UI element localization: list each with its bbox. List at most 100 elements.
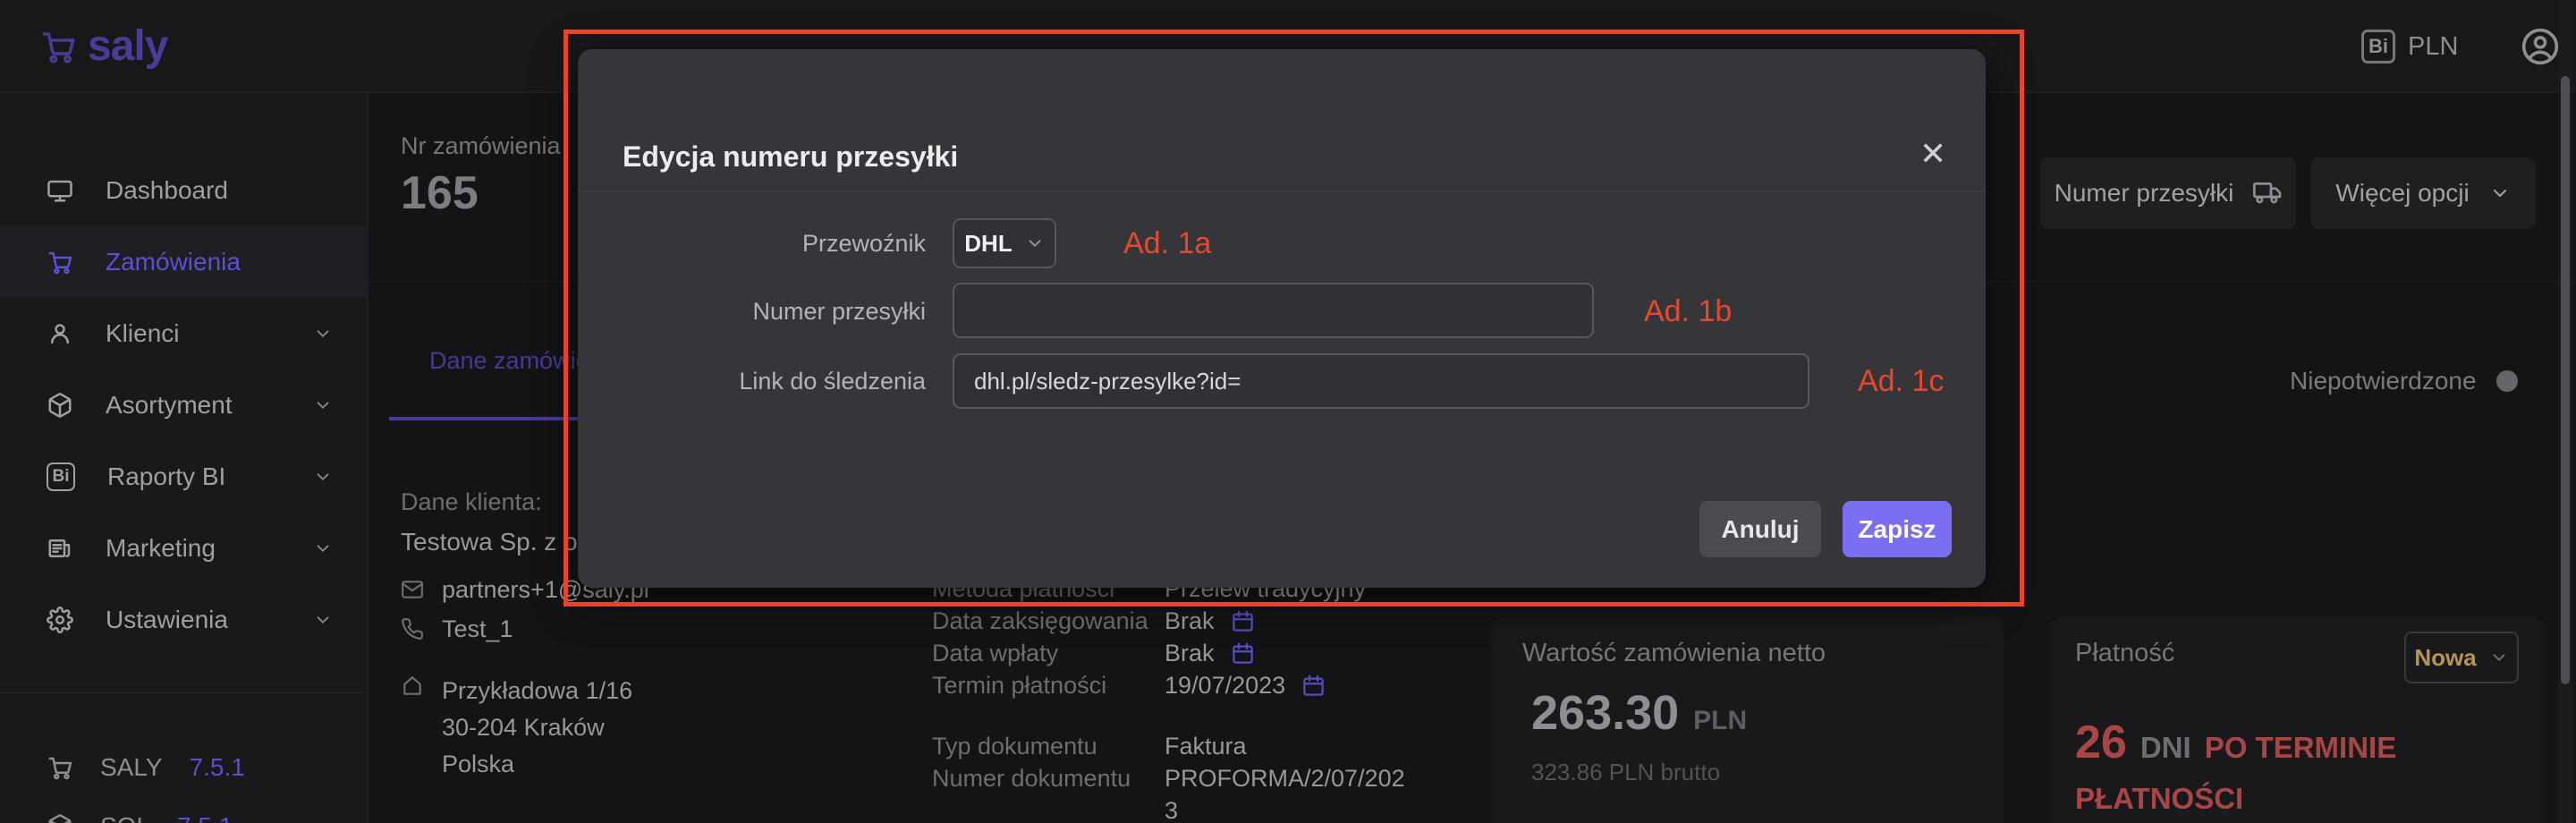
saly-app: saly Bi PLN Dashboard Zamówienia Klienci bbox=[0, 0, 2576, 823]
user-icon bbox=[47, 320, 73, 347]
close-icon[interactable]: ✕ bbox=[1919, 135, 1946, 173]
detail-row: Termin płatności 19/07/2023 bbox=[932, 669, 1451, 701]
chevron-down-icon bbox=[313, 539, 333, 558]
detail-row: Data wpłaty Brak bbox=[932, 637, 1451, 669]
sidebar-item-asortyment[interactable]: Asortyment bbox=[0, 369, 369, 441]
detail-value: Faktura bbox=[1165, 730, 1247, 762]
shipment-number-button[interactable]: Numer przesyłki bbox=[2040, 157, 2296, 229]
sidebar-item-label: Asortyment bbox=[106, 391, 313, 420]
payment-status-dropdown[interactable]: Nowa bbox=[2404, 632, 2519, 683]
sidebar-item-label: Marketing bbox=[106, 534, 313, 563]
detail-value: 19/07/2023 bbox=[1165, 669, 1285, 701]
home-icon bbox=[401, 675, 424, 698]
version-label: SQL bbox=[100, 812, 150, 823]
account-button[interactable] bbox=[2521, 27, 2560, 66]
version-label: SALY bbox=[100, 753, 163, 782]
more-options-button[interactable]: Więcej opcji bbox=[2310, 157, 2536, 229]
sidebar-item-marketing[interactable]: Marketing bbox=[0, 513, 369, 584]
overdue-line-1: 26 DNI PO TERMINIE bbox=[2075, 716, 2396, 769]
tracking-link-input[interactable] bbox=[953, 353, 1809, 409]
order-status-label: Niepotwierdzone bbox=[2290, 367, 2477, 395]
logo-text: saly bbox=[88, 21, 167, 71]
cart-icon bbox=[47, 754, 73, 781]
sidebar-item-raporty-bi[interactable]: Bi Raporty BI bbox=[0, 441, 369, 513]
order-status: Niepotwierdzone bbox=[2290, 367, 2518, 395]
box-icon bbox=[47, 813, 73, 823]
cart-logo-icon bbox=[39, 28, 77, 65]
save-button[interactable]: Zapisz bbox=[1843, 501, 1952, 557]
client-phone-row: Test_1 bbox=[401, 615, 513, 643]
detail-label: Data zaksięgowania bbox=[932, 605, 1165, 637]
header-right: Bi PLN bbox=[2361, 0, 2560, 93]
newspaper-icon bbox=[47, 535, 73, 562]
gross-amount: 323.86 PLN brutto bbox=[1531, 759, 1720, 786]
chevron-down-icon bbox=[313, 395, 333, 415]
bi-icon: Bi bbox=[2361, 30, 2395, 64]
version-number: 7.5.1 bbox=[177, 812, 233, 823]
annotation-1c: Ad. 1c bbox=[1858, 364, 1944, 399]
calendar-icon[interactable] bbox=[1231, 609, 1255, 633]
carrier-select[interactable]: DHL bbox=[953, 218, 1056, 268]
carrier-selected-value: DHL bbox=[964, 230, 1012, 258]
detail-value: Brak bbox=[1165, 637, 1215, 669]
calendar-icon[interactable] bbox=[1301, 674, 1326, 698]
tracking-link-field-label: Link do śledzenia bbox=[578, 368, 926, 395]
net-currency: PLN bbox=[1693, 706, 1747, 736]
payment-status-card: Płatność Nowa 26 DNI PO TERMINIE PŁATNOŚ… bbox=[2050, 617, 2544, 823]
monitor-icon bbox=[47, 177, 73, 204]
overdue-line-2: PŁATNOŚCI bbox=[2075, 782, 2243, 816]
shipment-number-input[interactable] bbox=[953, 283, 1594, 338]
sidebar-item-zamowienia[interactable]: Zamówienia bbox=[0, 226, 369, 298]
order-number: 165 bbox=[401, 166, 479, 220]
detail-label: Typ dokumentu bbox=[932, 730, 1165, 762]
sidebar-item-label: Raporty BI bbox=[107, 462, 313, 491]
detail-row: Typ dokumentu Faktura bbox=[932, 730, 1451, 762]
carrier-field-label: Przewoźnik bbox=[578, 230, 926, 258]
overdue-text: PO TERMINIE bbox=[2205, 731, 2397, 765]
overdue-days-unit: DNI bbox=[2140, 731, 2191, 765]
shipment-number-button-label: Numer przesyłki bbox=[2055, 179, 2234, 208]
currency-selector[interactable]: Bi PLN bbox=[2361, 30, 2458, 64]
overdue-days: 26 bbox=[2075, 716, 2127, 769]
detail-label: Termin płatności bbox=[932, 669, 1165, 701]
detail-label: Data wpłaty bbox=[932, 637, 1165, 669]
sidebar-item-ustawienia[interactable]: Ustawienia bbox=[0, 584, 369, 656]
calendar-icon[interactable] bbox=[1231, 641, 1255, 666]
annotation-1b: Ad. 1b bbox=[1644, 294, 1732, 329]
modal-title: Edycja numeru przesyłki bbox=[623, 140, 958, 174]
truck-icon bbox=[2253, 179, 2282, 208]
cart-icon bbox=[47, 249, 73, 276]
client-address: Przykładowa 1/16 30-204 Kraków Polska bbox=[442, 673, 632, 783]
sidebar: Dashboard Zamówienia Klienci Asortyment … bbox=[0, 93, 369, 823]
chevron-down-icon bbox=[1025, 233, 1045, 253]
page-scrollbar[interactable] bbox=[2558, 0, 2572, 823]
detail-label: Numer dokumentu bbox=[932, 762, 1165, 794]
order-value-title: Wartość zamówienia netto bbox=[1522, 639, 1826, 668]
detail-row: Data zaksięgowania Brak bbox=[932, 605, 1451, 637]
version-number: 7.5.1 bbox=[190, 753, 245, 782]
version-sql: SQL 7.5.1 bbox=[47, 812, 233, 823]
payment-details-group-2: Typ dokumentu Faktura Numer dokumentu PR… bbox=[932, 730, 1451, 823]
version-saly: SALY 7.5.1 bbox=[47, 753, 245, 782]
shipment-number-field-label: Numer przesyłki bbox=[578, 298, 926, 326]
chevron-down-icon bbox=[313, 324, 333, 344]
detail-row: Numer dokumentu PROFORMA/2/07/2023 bbox=[932, 762, 1451, 823]
net-amount-row: 263.30 PLN bbox=[1531, 685, 1747, 741]
sidebar-item-klienci[interactable]: Klienci bbox=[0, 298, 369, 369]
client-phone: Test_1 bbox=[442, 615, 513, 643]
saly-logo[interactable]: saly bbox=[39, 21, 167, 71]
chevron-down-icon bbox=[313, 610, 333, 630]
sidebar-item-label: Dashboard bbox=[106, 176, 333, 205]
order-number-label: Nr zamówienia bbox=[401, 132, 561, 160]
chevron-down-icon bbox=[2489, 182, 2511, 204]
gear-icon bbox=[47, 607, 73, 633]
cancel-button[interactable]: Anuluj bbox=[1699, 501, 1821, 557]
scrollbar-thumb[interactable] bbox=[2561, 76, 2570, 684]
sidebar-item-label: Zamówienia bbox=[106, 248, 333, 276]
more-options-button-label: Więcej opcji bbox=[2335, 179, 2469, 208]
sidebar-item-dashboard[interactable]: Dashboard bbox=[0, 155, 369, 226]
payment-title: Płatność bbox=[2075, 639, 2174, 668]
client-company: Testowa Sp. z o.o. bbox=[401, 528, 606, 556]
detail-value: Brak bbox=[1165, 605, 1215, 637]
client-address-row: Przykładowa 1/16 30-204 Kraków Polska bbox=[401, 673, 632, 783]
